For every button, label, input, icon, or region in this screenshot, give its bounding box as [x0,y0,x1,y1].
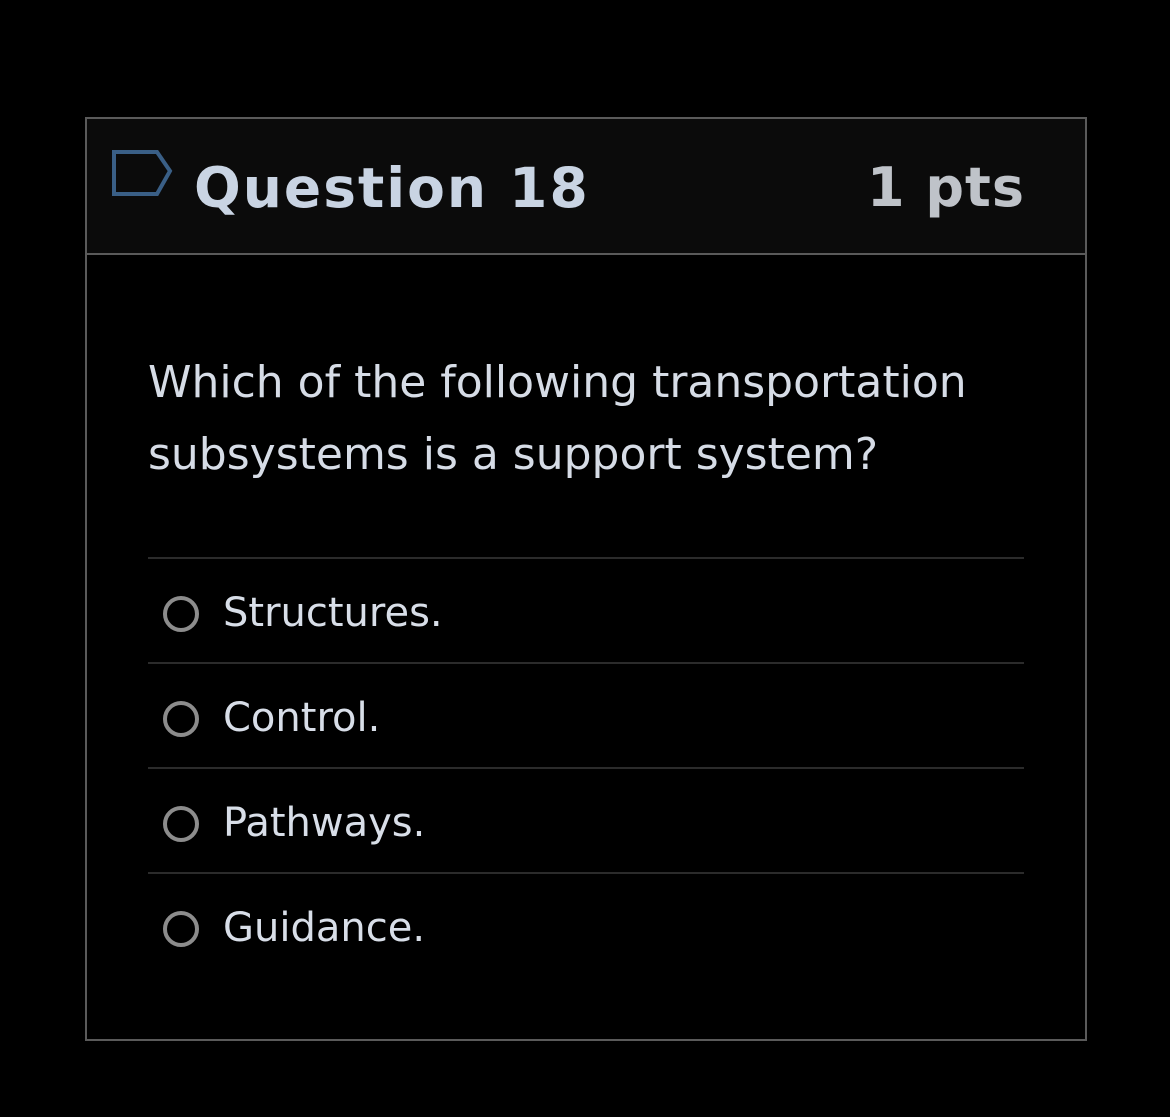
question-points: 1 pts [867,156,1025,219]
answer-list: Structures. Control. Pathways. Guidance. [148,557,1024,977]
question-title: Question 18 [194,156,590,220]
answer-option[interactable]: Pathways. [148,769,1024,874]
radio-button[interactable] [163,701,199,737]
radio-button[interactable] [163,911,199,947]
answer-option[interactable]: Guidance. [148,874,1024,977]
answer-option[interactable]: Structures. [148,559,1024,664]
answer-label[interactable]: Structures. [223,585,443,641]
question-header: Question 18 1 pts [87,119,1085,255]
question-card: Question 18 1 pts Which of the following… [85,117,1087,1041]
answer-option[interactable]: Control. [148,664,1024,769]
question-text: Which of the following transportation su… [148,357,967,480]
radio-button[interactable] [163,806,199,842]
answer-label[interactable]: Pathways. [223,795,425,851]
answer-label[interactable]: Control. [223,690,380,746]
radio-button[interactable] [163,596,199,632]
answer-label[interactable]: Guidance. [223,900,425,956]
flag-icon[interactable] [111,149,173,201]
